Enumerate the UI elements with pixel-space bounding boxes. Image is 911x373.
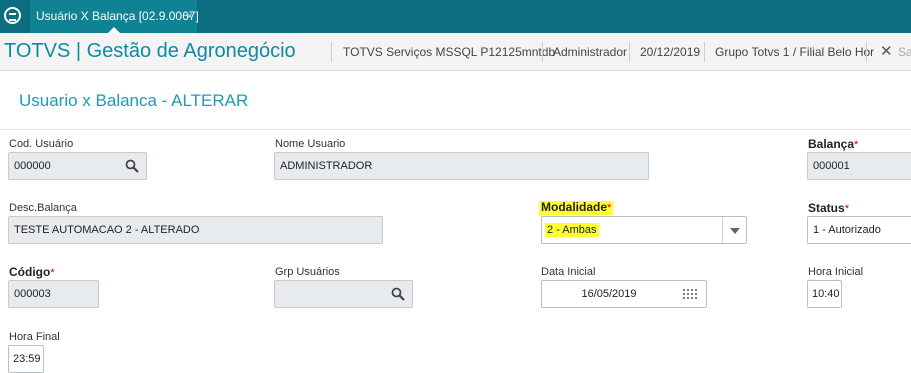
nome-usuario-field[interactable]: ADMINISTRADOR (274, 152, 649, 180)
data-inicial-value: 16/05/2019 (581, 288, 637, 300)
required-mark: * (607, 202, 612, 214)
hora-final-value: 23:59 (13, 353, 41, 365)
hora-final-label: Hora Final (9, 331, 60, 343)
desc-balanca-field[interactable]: TESTE AUTOMACAO 2 - ALTERADO (8, 216, 383, 244)
required-mark: * (854, 139, 859, 151)
balanca-label-text: Balança (808, 137, 855, 151)
app-header: TOTVS | Gestão de Agronegócio TOTVS Serv… (0, 33, 911, 71)
environment-info[interactable]: TOTVS Serviços MSSQL P12125mntdb (343, 45, 555, 59)
codigo-label: Código* (9, 265, 55, 279)
chevron-down-icon[interactable] (722, 217, 746, 243)
required-mark: * (50, 267, 55, 279)
app-brand: TOTVS | Gestão de Agronegócio (4, 40, 296, 62)
cod-usuario-label: Cod. Usuário (9, 138, 74, 150)
data-inicial-label: Data Inicial (541, 266, 596, 278)
cod-usuario-field[interactable]: 000000 (8, 152, 147, 180)
tab-label: Usuário X Balança [02.9.0067] (36, 9, 199, 23)
tab-bar: Usuário X Balança [02.9.0067] × (0, 0, 911, 33)
header-divider (629, 42, 630, 62)
balanca-field[interactable]: 000001 (807, 152, 911, 180)
header-divider (704, 42, 705, 62)
search-icon[interactable] (125, 159, 139, 173)
header-divider (542, 42, 543, 62)
nome-usuario-value: ADMINISTRADOR (280, 160, 373, 172)
grp-usuarios-field[interactable] (274, 280, 413, 308)
nome-usuario-label: Nome Usuario (275, 138, 346, 150)
page-title: Usuario x Balanca - ALTERAR (19, 91, 249, 110)
hora-inicial-label: Hora Inicial (808, 266, 864, 278)
tab-close-icon[interactable]: × (186, 0, 193, 33)
grp-usuarios-label: Grp Usuários (275, 266, 340, 278)
status-label: Status* (808, 201, 849, 215)
totvs-logo-icon[interactable] (4, 7, 21, 24)
desc-balanca-value: TESTE AUTOMACAO 2 - ALTERADO (14, 224, 200, 236)
hora-inicial-field[interactable]: 10:40 (807, 280, 842, 308)
balanca-label: Balança* (808, 137, 858, 151)
modalidade-value: 2 - Ambas (545, 223, 599, 237)
balanca-value: 000001 (813, 160, 850, 172)
status-value: 1 - Autorizado (813, 224, 881, 236)
close-icon[interactable]: ✕ (880, 42, 893, 60)
modalidade-select[interactable]: 2 - Ambas (541, 216, 747, 244)
close-label[interactable]: Sa (898, 45, 911, 59)
hora-inicial-value: 10:40 (812, 288, 840, 300)
data-inicial-field[interactable]: 16/05/2019 (541, 280, 707, 308)
cod-usuario-value: 000000 (14, 160, 51, 172)
title-divider (0, 129, 911, 130)
header-divider (331, 42, 332, 62)
search-icon[interactable] (391, 287, 405, 301)
modalidade-label-text: Modalidade (541, 200, 608, 214)
status-select[interactable]: 1 - Autorizado (807, 216, 911, 244)
header-divider (866, 42, 867, 62)
date-info[interactable]: 20/12/2019 (640, 45, 700, 59)
company-info[interactable]: Grupo Totvs 1 / Filial Belo Hor (715, 45, 874, 59)
codigo-field[interactable]: 000003 (8, 280, 99, 308)
codigo-value: 000003 (14, 288, 51, 300)
calendar-icon[interactable] (682, 288, 698, 300)
status-label-text: Status (808, 201, 845, 215)
codigo-label-text: Código (9, 265, 51, 279)
user-info[interactable]: Administrador (553, 45, 627, 59)
hora-final-field[interactable]: 23:59 (8, 345, 44, 373)
required-mark: * (844, 203, 849, 215)
desc-balanca-label: Desc.Balança (9, 202, 77, 214)
modalidade-label: Modalidade* (539, 200, 614, 215)
